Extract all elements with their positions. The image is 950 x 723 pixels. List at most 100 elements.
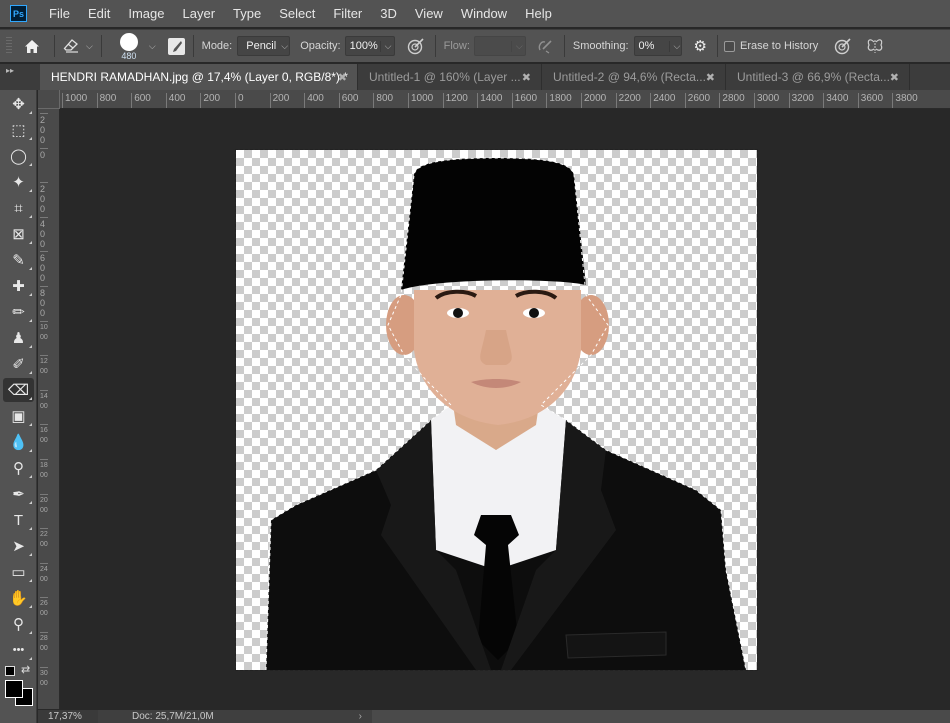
pen-tool[interactable]: ✒ — [3, 482, 34, 506]
menu-edit[interactable]: Edit — [86, 6, 112, 21]
tool-flyout-indicator — [29, 137, 32, 140]
menu-file[interactable]: File — [47, 6, 72, 21]
tab-label: Untitled-1 @ 160% (Layer ... — [369, 70, 521, 84]
dodge-tool[interactable]: ⚲ — [3, 456, 34, 480]
pressure-size-icon[interactable] — [834, 37, 852, 55]
zoom-tool[interactable]: ⚲ — [3, 612, 34, 636]
lasso-tool[interactable]: ◯ — [3, 144, 34, 168]
hand-tool[interactable]: ✋ — [3, 586, 34, 610]
tab-label: Untitled-2 @ 94,6% (Recta... — [553, 70, 706, 84]
magic-wand-tool[interactable]: ✦ — [3, 170, 34, 194]
chevron-down-icon[interactable]: ⌵ — [149, 41, 156, 52]
menu-window[interactable]: Window — [459, 6, 509, 21]
tool-flyout-indicator — [29, 371, 32, 374]
mode-select[interactable]: Pencil ⌵ — [237, 36, 291, 56]
tool-flyout-indicator — [29, 319, 32, 322]
marquee-tool[interactable]: ⬚ — [3, 118, 34, 142]
tools-panel-grip[interactable] — [10, 82, 28, 86]
document-canvas[interactable] — [235, 149, 758, 671]
ruler-tick-label: 200 — [269, 93, 289, 108]
move-tool[interactable]: ✥ — [3, 92, 34, 116]
brush-tool[interactable]: ✏ — [3, 300, 34, 324]
toolbar-collapse-button[interactable]: ▸▸ — [0, 64, 38, 90]
smoothing-field[interactable]: 0% ⌵ — [633, 36, 682, 56]
edit-toolbar[interactable]: ••• — [3, 638, 34, 662]
airbrush-icon[interactable] — [536, 37, 554, 55]
ruler-tick-label: 600 — [40, 251, 48, 283]
eraser-preset-icon[interactable] — [63, 39, 81, 53]
close-icon[interactable]: ✖ — [706, 71, 715, 84]
gradient-tool[interactable]: ▣ — [3, 404, 34, 428]
crop-tool[interactable]: ⌗ — [3, 196, 34, 220]
ruler-tick-label: 200 — [200, 93, 220, 108]
frame-icon: ⊠ — [12, 226, 25, 243]
default-colors-icon[interactable] — [5, 666, 15, 676]
status-menu-arrow-icon[interactable]: › — [272, 711, 362, 722]
smoothing-label: Smoothing: — [572, 40, 629, 52]
menu-help[interactable]: Help — [523, 6, 554, 21]
frame-tool[interactable]: ⊠ — [3, 222, 34, 246]
close-icon[interactable]: ✖ — [890, 71, 899, 84]
ruler-tick-label: 800 — [96, 93, 116, 108]
ruler-tick-label: 800 — [40, 286, 48, 318]
clone-stamp-tool[interactable]: ♟ — [3, 326, 34, 350]
path-selection-tool[interactable]: ➤ — [3, 534, 34, 558]
tab-hendri-ramadhan[interactable]: HENDRI RAMADHAN.jpg @ 17,4% (Layer 0, RG… — [40, 64, 358, 90]
ruler-tick-label: 3200 — [788, 93, 814, 108]
photoshop-logo: Ps — [10, 5, 27, 22]
flow-field[interactable]: ⌵ — [473, 36, 526, 56]
eyedropper-tool[interactable]: ✎ — [3, 248, 34, 272]
options-bar-grip[interactable] — [6, 37, 12, 55]
menu-select[interactable]: Select — [277, 6, 317, 21]
status-bar-empty — [372, 710, 950, 723]
eraser-tool[interactable]: ⌫ — [3, 378, 34, 402]
erase-to-history-checkbox[interactable] — [723, 40, 735, 52]
ruler-origin[interactable] — [38, 90, 60, 109]
tab-untitled-1[interactable]: Untitled-1 @ 160% (Layer ... ✖ — [358, 64, 542, 90]
zoom-level-field[interactable]: 17,37% — [38, 710, 98, 723]
swap-colors-icon[interactable]: ⇄ — [21, 663, 30, 676]
menu-3d[interactable]: 3D — [378, 6, 399, 21]
opacity-field[interactable]: 100% ⌵ — [344, 36, 395, 56]
type-tool[interactable]: T — [3, 508, 34, 532]
menu-type[interactable]: Type — [231, 6, 263, 21]
menu-view[interactable]: View — [413, 6, 445, 21]
ruler-tick-label: 3000 — [40, 666, 48, 689]
brush-settings-panel-icon[interactable] — [167, 37, 185, 55]
pressure-opacity-icon[interactable] — [407, 37, 425, 55]
clone-stamp-icon: ♟ — [11, 330, 26, 347]
symmetry-butterfly-icon[interactable] — [866, 37, 884, 55]
menu-layer[interactable]: Layer — [181, 6, 218, 21]
horizontal-ruler[interactable]: 1000 800 600 400 200 0 200 400 600 800 1000 1200 140… — [60, 90, 950, 109]
marquee-icon: ⬚ — [11, 122, 26, 139]
menu-image[interactable]: Image — [126, 6, 166, 21]
tab-untitled-2[interactable]: Untitled-2 @ 94,6% (Recta... ✖ — [542, 64, 726, 90]
vertical-ruler[interactable]: 200 0 200 400 600 800 1000 1200 1400 1600 1800 2000… — [38, 109, 60, 709]
history-brush-tool[interactable]: ✐ — [3, 352, 34, 376]
rectangle-tool[interactable]: ▭ — [3, 560, 34, 584]
brush-preset-picker[interactable]: 480 — [114, 31, 144, 61]
close-icon[interactable]: ✖ — [338, 71, 347, 84]
chevron-down-icon[interactable]: ⌵ — [668, 40, 680, 52]
smoothing-options-gear-icon[interactable]: ⚙ — [694, 37, 707, 55]
ruler-tick-label: 2200 — [40, 528, 48, 550]
brush-icon: ✏ — [12, 304, 25, 321]
menu-filter[interactable]: Filter — [331, 6, 364, 21]
dodge-icon: ⚲ — [13, 460, 24, 477]
ruler-tick-label: 1600 — [511, 93, 537, 108]
tab-untitled-3[interactable]: Untitled-3 @ 66,9% (Recta... ✖ — [726, 64, 910, 90]
ruler-tick-label: 2400 — [650, 93, 675, 108]
blur-tool[interactable]: 💧 — [3, 430, 34, 454]
healing-brush-tool[interactable]: ✚ — [3, 274, 34, 298]
erase-to-history-label[interactable]: Erase to History — [740, 40, 818, 52]
foreground-color-swatch[interactable] — [5, 680, 23, 698]
chevron-down-icon[interactable]: ⌵ — [86, 41, 93, 52]
close-icon[interactable]: ✖ — [522, 71, 531, 84]
ruler-tick-label: 2600 — [40, 597, 48, 619]
tool-flyout-indicator — [29, 111, 32, 114]
opacity-label: Opacity: — [300, 40, 341, 52]
chevron-down-icon[interactable]: ⌵ — [379, 40, 391, 52]
chevron-down-icon[interactable]: ⌵ — [510, 40, 523, 52]
ruler-tick-label: 0 — [235, 93, 244, 108]
home-icon[interactable] — [24, 39, 40, 54]
